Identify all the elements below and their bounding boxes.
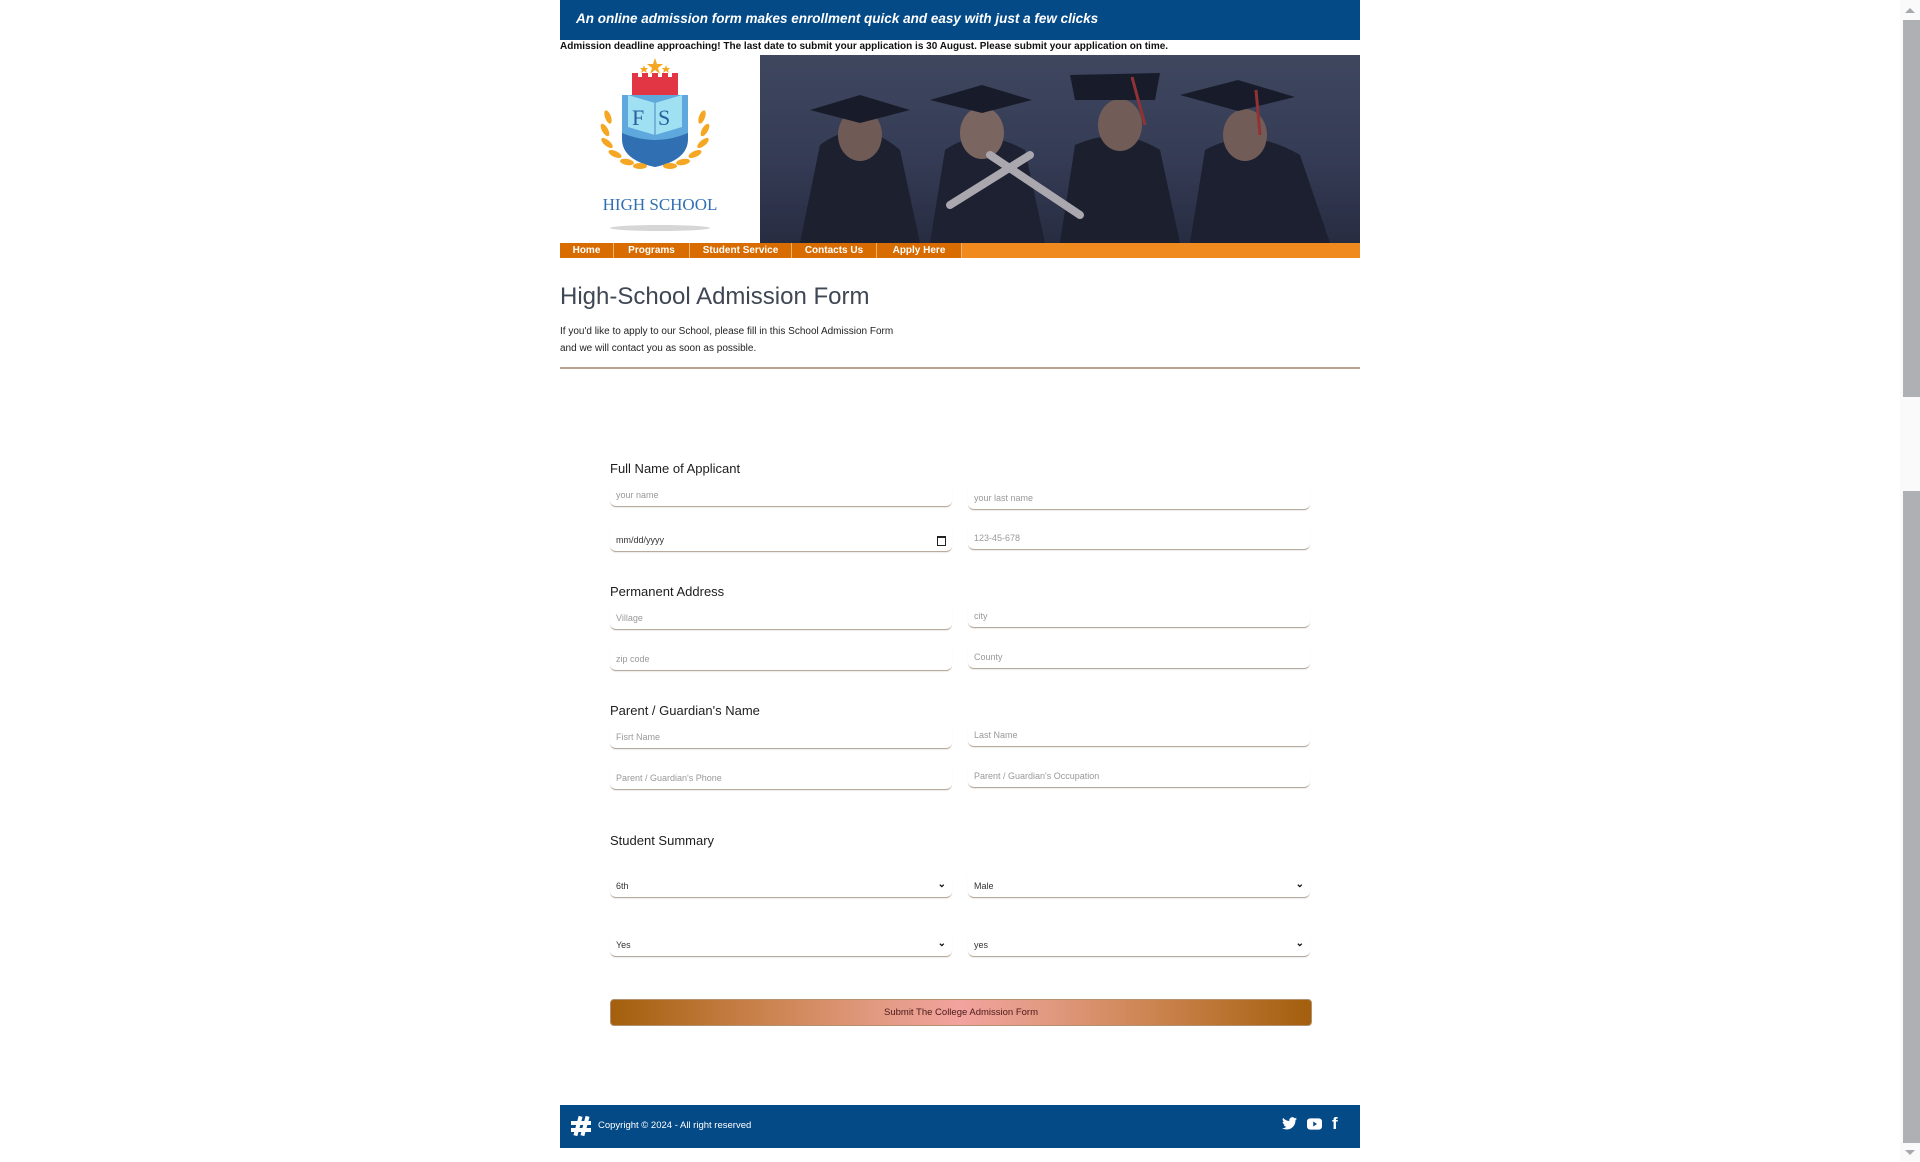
- copyright-text: Copyright © 2024 - All right reserved: [598, 1120, 752, 1131]
- guardian-occupation-input[interactable]: Parent / Guardian's Occupation: [968, 765, 1310, 788]
- tagline: An online admission form makes enrollmen…: [576, 11, 1099, 26]
- twitter-icon[interactable]: [1282, 1117, 1297, 1133]
- guardian-first-name-input[interactable]: Fisrt Name: [610, 726, 952, 749]
- submit-button[interactable]: Submit The College Admission Form: [610, 999, 1312, 1026]
- applicant-section-label: Full Name of Applicant: [610, 461, 741, 476]
- top-banner: An online admission form makes enrollmen…: [560, 0, 1360, 40]
- footer: Copyright © 2024 - All right reserved f: [560, 1105, 1360, 1148]
- logo-initial-f: F: [632, 105, 644, 130]
- castle-tower: [632, 77, 678, 97]
- youtube-icon[interactable]: [1307, 1117, 1322, 1133]
- date-of-birth-input[interactable]: mm/dd/yyyy: [610, 529, 952, 552]
- chevron-down-icon: ⌄: [1295, 938, 1304, 949]
- nav-programs[interactable]: Programs: [614, 243, 690, 258]
- intro-text: If you'd like to apply to our School, pl…: [560, 323, 960, 357]
- address-section-label: Permanent Address: [610, 584, 725, 599]
- guardian-last-name-input[interactable]: Last Name: [968, 724, 1310, 747]
- chevron-down-icon: ⌄: [1295, 879, 1304, 890]
- nav-student-service[interactable]: Student Service: [690, 243, 792, 258]
- logo-school-name: HIGH SCHOOL: [603, 195, 718, 214]
- guardian-section-label: Parent / Guardian's Name: [610, 703, 760, 718]
- gender-select[interactable]: Male ⌄: [968, 875, 1310, 898]
- logo-initial-s: S: [658, 105, 670, 130]
- chevron-down-icon: ⌄: [937, 879, 946, 890]
- guardian-phone-input[interactable]: Parent / Guardian's Phone: [610, 767, 952, 790]
- village-input[interactable]: Village: [610, 607, 952, 630]
- nav-contacts-us[interactable]: Contacts Us: [792, 243, 877, 258]
- chevron-down-icon: ⌄: [937, 938, 946, 949]
- scroll-down-arrow-icon[interactable]: [1905, 1150, 1915, 1155]
- county-input[interactable]: County: [968, 646, 1310, 669]
- calendar-icon[interactable]: [937, 536, 946, 546]
- main-nav: Home Programs Student Service Contacts U…: [560, 243, 1360, 258]
- nav-home[interactable]: Home: [560, 243, 614, 258]
- page-title: High-School Admission Form: [560, 283, 870, 310]
- hero-banner-image: [760, 55, 1360, 243]
- facebook-icon[interactable]: f: [1332, 1114, 1338, 1134]
- summary-select-4[interactable]: yes ⌄: [968, 934, 1310, 957]
- school-logo[interactable]: F S HIGH SCHOOL: [560, 55, 760, 243]
- divider: [560, 367, 1360, 369]
- applicant-last-name-input[interactable]: your last name: [968, 487, 1310, 510]
- applicant-first-name-input[interactable]: your name: [610, 484, 952, 507]
- scrollbar-thumb[interactable]: [1903, 20, 1920, 397]
- star-icon: [640, 58, 670, 74]
- summary-select-3[interactable]: Yes ⌄: [610, 934, 952, 957]
- grade-select[interactable]: 6th ⌄: [610, 875, 952, 898]
- zip-code-input[interactable]: zip code: [610, 648, 952, 671]
- vertical-scrollbar[interactable]: [1900, 0, 1920, 1162]
- intro-line-2: and we will contact you as soon as possi…: [560, 343, 757, 354]
- city-input[interactable]: city: [968, 605, 1310, 628]
- applicant-id-input[interactable]: 123-45-678: [968, 527, 1310, 550]
- hashtag-logo-icon: [571, 1115, 591, 1137]
- scrollbar-thumb-lower[interactable]: [1903, 491, 1920, 1143]
- deadline-notice: Admission deadline approaching! The last…: [560, 41, 1169, 52]
- intro-line-1: If you'd like to apply to our School, pl…: [560, 326, 894, 337]
- scroll-up-arrow-icon[interactable]: [1905, 8, 1915, 13]
- summary-section-label: Student Summary: [610, 833, 715, 848]
- nav-apply-here[interactable]: Apply Here: [877, 243, 962, 258]
